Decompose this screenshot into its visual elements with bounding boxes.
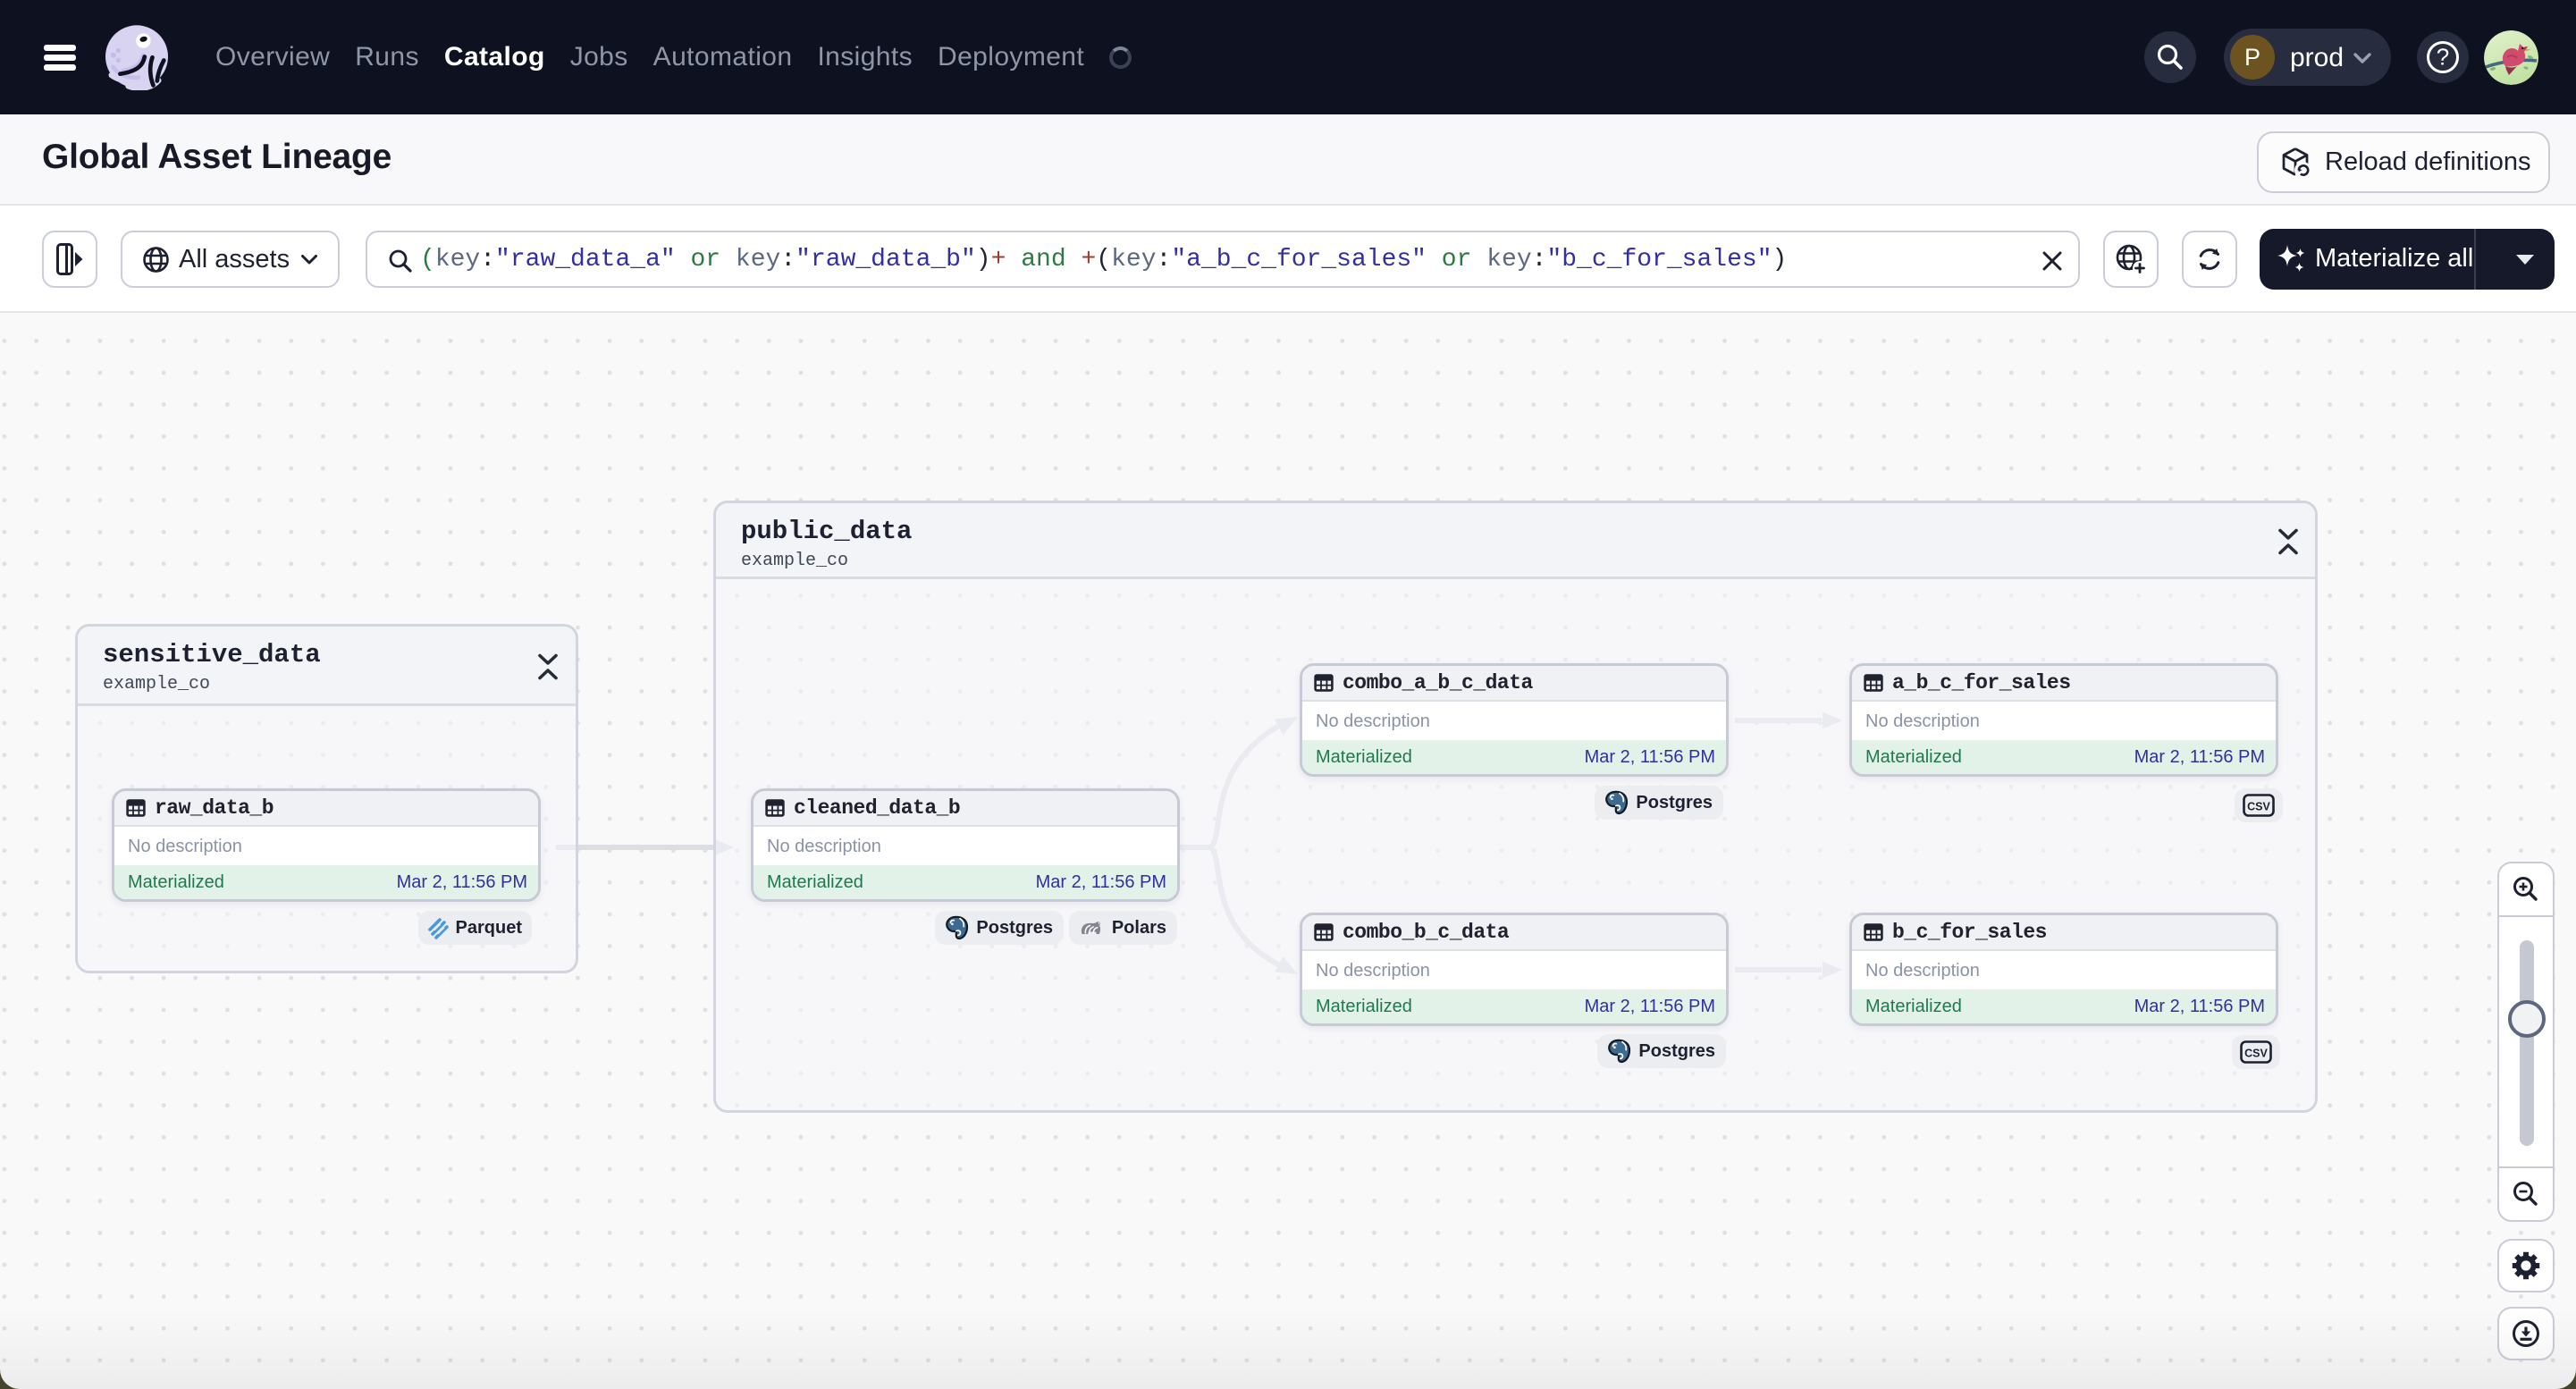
svg-text:?: ? <box>2437 44 2449 71</box>
svg-text:CSV: CSV <box>2244 1048 2268 1060</box>
svg-text:CSV: CSV <box>2247 801 2270 813</box>
